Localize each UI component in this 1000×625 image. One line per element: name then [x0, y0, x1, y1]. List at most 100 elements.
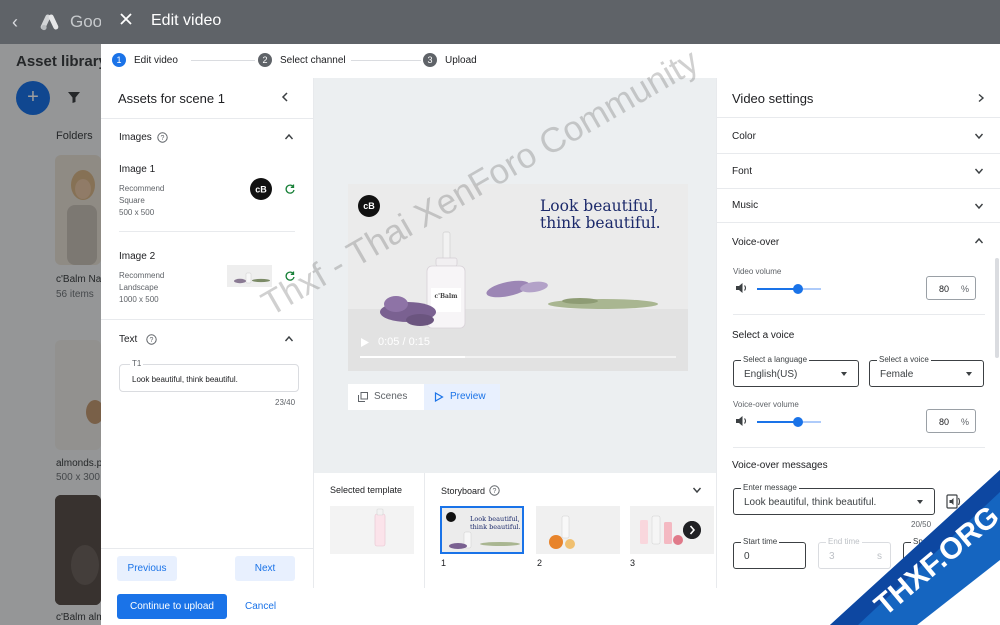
- image-1-thumbnail[interactable]: cB: [250, 178, 272, 200]
- volume-icon[interactable]: [735, 415, 749, 427]
- scenes-icon: [358, 392, 368, 402]
- storyboard-scene-3[interactable]: [630, 506, 714, 554]
- start-time-input[interactable]: Start time 0: [733, 537, 806, 569]
- brand-text: Goo: [70, 12, 103, 31]
- headline-line: Look beautiful,: [540, 197, 659, 215]
- settings-scrollbar[interactable]: [995, 258, 999, 358]
- play-outline-icon: [434, 392, 444, 402]
- previous-button[interactable]: Previous: [117, 556, 177, 581]
- tab-label: Preview: [450, 391, 486, 402]
- character-count: 23/40: [275, 398, 296, 407]
- divider: [733, 447, 985, 448]
- svg-text:?: ?: [150, 337, 154, 344]
- voice-select[interactable]: Select a voice Female: [869, 355, 984, 387]
- volume-icon[interactable]: [735, 282, 749, 294]
- music-section[interactable]: Music: [732, 200, 758, 211]
- caret-down-icon: [841, 372, 847, 376]
- replace-image-icon[interactable]: [284, 183, 296, 195]
- divider: [101, 118, 314, 119]
- preview-tabs: Scenes Preview: [348, 384, 500, 410]
- step-number: 3: [423, 53, 437, 67]
- input-value: 0: [744, 551, 750, 562]
- video-progress-bar[interactable]: [360, 356, 676, 358]
- chevron-left-icon[interactable]: [279, 91, 291, 103]
- chevron-down-icon[interactable]: [974, 166, 984, 176]
- storyboard-scene-1[interactable]: Look beautiful, think beautiful.: [440, 506, 524, 554]
- next-button[interactable]: Next: [235, 556, 295, 581]
- dialog-title: Edit video: [151, 12, 222, 29]
- voice-preview-icon[interactable]: [946, 494, 962, 509]
- divider: [733, 314, 985, 315]
- font-section[interactable]: Font: [732, 166, 752, 177]
- cancel-button[interactable]: Cancel: [239, 594, 282, 619]
- video-progress-fill: [360, 356, 466, 358]
- language-select[interactable]: Select a language English(US): [733, 355, 859, 387]
- help-icon[interactable]: ?: [146, 334, 157, 345]
- step-label: Edit video: [134, 54, 178, 66]
- step-upload[interactable]: 3 Upload: [423, 53, 477, 67]
- google-ads-logo-icon: [40, 14, 59, 31]
- divider: [119, 231, 295, 232]
- svg-text:Look beautiful,: Look beautiful,: [470, 515, 520, 523]
- video-headline: Look beautiful, think beautiful.: [540, 198, 680, 232]
- brand-logo: cB: [358, 195, 380, 217]
- svg-text:cB: cB: [255, 185, 267, 195]
- image-1-name: Image 1: [119, 164, 156, 175]
- voiceover-volume-label: Voice-over volume: [733, 400, 799, 409]
- chevron-down-icon[interactable]: [974, 201, 984, 211]
- select-voice-title: Select a voice: [732, 330, 795, 341]
- back-arrow-icon[interactable]: ‹: [12, 12, 18, 33]
- speed-select[interactable]: Sp: [903, 537, 983, 569]
- meta-line: Landscape: [119, 283, 159, 292]
- divider: [717, 117, 1000, 118]
- selected-template-label: Selected template: [330, 485, 403, 495]
- product-brand-text: c'Balm: [434, 293, 458, 300]
- voiceover-message-select[interactable]: Enter message Look beautiful, think beau…: [733, 483, 935, 515]
- chevron-up-icon[interactable]: [974, 236, 984, 246]
- caret-down-icon: [917, 500, 923, 504]
- template-storyboard-bar: Selected template Storyboard ? Look beau…: [314, 473, 716, 588]
- image-2-meta: Recommend Landscape 1000 x 500: [119, 270, 164, 306]
- step-edit-video[interactable]: 1 Edit video: [112, 53, 178, 67]
- slider-handle[interactable]: [793, 284, 803, 294]
- message-character-count: 20/50: [911, 520, 932, 529]
- meta-line: Recommend: [119, 271, 165, 280]
- play-icon[interactable]: [361, 338, 369, 347]
- scene-number: 1: [441, 558, 447, 568]
- step-label: Select channel: [280, 54, 346, 66]
- text-field-value: Look beautiful, think beautiful.: [132, 375, 238, 384]
- end-time-input[interactable]: End time 3 s: [818, 537, 891, 569]
- chevron-right-icon[interactable]: [683, 521, 701, 539]
- chevron-right-icon[interactable]: [976, 93, 986, 103]
- chevron-up-icon[interactable]: [284, 132, 294, 142]
- tab-scenes[interactable]: Scenes: [348, 384, 424, 410]
- help-icon[interactable]: ?: [157, 132, 168, 143]
- chevron-down-icon[interactable]: [974, 131, 984, 141]
- step-number: 1: [112, 53, 126, 67]
- continue-to-upload-button[interactable]: Continue to upload: [117, 594, 227, 619]
- chevron-down-icon[interactable]: [692, 485, 702, 495]
- voiceover-section[interactable]: Voice-over: [732, 237, 779, 248]
- divider: [101, 548, 314, 549]
- chevron-up-icon[interactable]: [284, 334, 294, 344]
- step-number: 2: [258, 53, 272, 67]
- help-icon[interactable]: ?: [489, 485, 500, 496]
- caret-down-icon: [966, 372, 972, 376]
- voiceover-volume-input[interactable]: 80 %: [926, 409, 976, 433]
- template-thumbnail[interactable]: [330, 506, 414, 554]
- color-section[interactable]: Color: [732, 131, 756, 142]
- video-volume-input[interactable]: 80 %: [926, 276, 976, 300]
- scene-number: 3: [630, 558, 636, 568]
- close-icon[interactable]: [119, 12, 133, 26]
- tab-label: Scenes: [374, 391, 408, 402]
- video-settings-panel: Video settings Color Font Music Voice-ov…: [716, 78, 1000, 588]
- slider-handle[interactable]: [793, 417, 803, 427]
- input-label: Start time: [741, 537, 780, 546]
- storyboard-scene-2[interactable]: [536, 506, 620, 554]
- divider: [424, 473, 425, 588]
- modal-scrim: [0, 44, 101, 625]
- tab-preview[interactable]: Preview: [424, 384, 500, 410]
- svg-text:think beautiful.: think beautiful.: [470, 523, 521, 531]
- step-select-channel[interactable]: 2 Select channel: [258, 53, 346, 67]
- headline-text-field[interactable]: T1 Look beautiful, think beautiful.: [119, 359, 299, 392]
